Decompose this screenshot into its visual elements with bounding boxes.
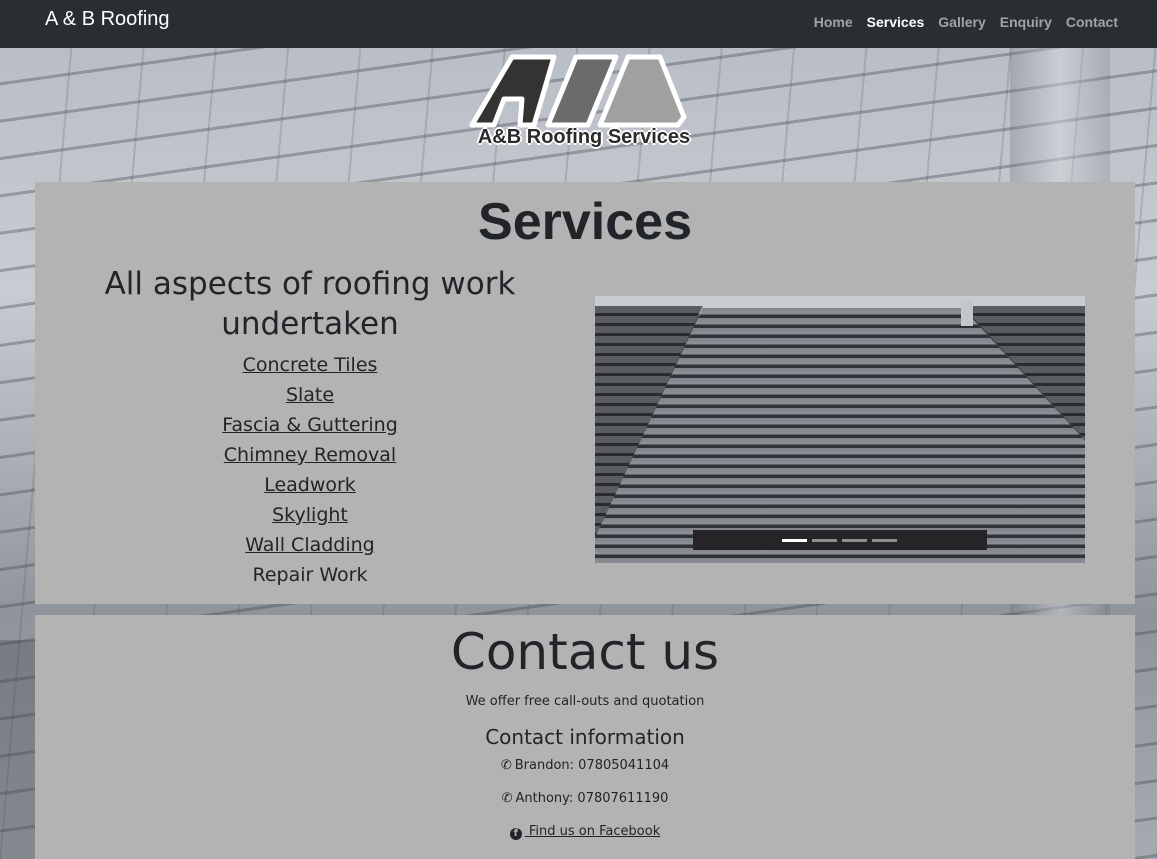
phone-anthony-text: Anthony: 07807611190 bbox=[515, 791, 669, 806]
nav-contact[interactable]: Contact bbox=[1066, 14, 1118, 30]
service-link-slate[interactable]: Slate bbox=[286, 384, 334, 406]
background-edge bbox=[0, 640, 40, 859]
facebook-label: Find us on Facebook bbox=[524, 824, 661, 839]
service-link-leadwork[interactable]: Leadwork bbox=[264, 474, 356, 496]
contact-tagline: We offer free call-outs and quotation bbox=[465, 694, 705, 709]
service-repair-work: Repair Work bbox=[252, 564, 368, 586]
nav-services[interactable]: Services bbox=[867, 14, 925, 30]
nav-links: Home Services Gallery Enquiry Contact bbox=[814, 14, 1118, 30]
facebook-link[interactable]: f Find us on Facebook bbox=[509, 824, 661, 840]
facebook-icon: f bbox=[509, 828, 522, 840]
nav-enquiry[interactable]: Enquiry bbox=[1000, 14, 1052, 30]
carousel-indicator-bar bbox=[693, 530, 987, 550]
service-link-chimney-removal[interactable]: Chimney Removal bbox=[224, 444, 396, 466]
navbar: A & B Roofing Home Services Gallery Enqu… bbox=[0, 0, 1157, 48]
company-logo: A&B Roofing Services bbox=[468, 53, 700, 157]
phone-brandon-text: Brandon: 07805041104 bbox=[514, 758, 670, 773]
list-item: Repair Work bbox=[70, 560, 550, 590]
carousel-indicators bbox=[782, 539, 897, 542]
list-item: Concrete Tiles bbox=[70, 350, 550, 380]
service-link-wall-cladding[interactable]: Wall Cladding bbox=[245, 534, 375, 556]
logo-text: A&B Roofing Services bbox=[477, 126, 691, 148]
contact-title: Contact us bbox=[450, 623, 720, 681]
brand-link[interactable]: A & B Roofing bbox=[45, 8, 170, 31]
contact-info-heading: Contact information bbox=[485, 725, 685, 749]
list-item: Leadwork bbox=[70, 470, 550, 500]
roof-image-carousel[interactable] bbox=[595, 296, 1085, 563]
carousel-indicator-3[interactable] bbox=[842, 539, 867, 542]
carousel-chimney-vent bbox=[961, 300, 973, 326]
services-subtitle: All aspects of roofing work undertaken bbox=[104, 266, 516, 342]
services-section: Services All aspects of roofing work und… bbox=[35, 182, 1135, 604]
contact-section: Contact us We offer free call-outs and q… bbox=[35, 615, 1135, 859]
service-link-fascia-guttering[interactable]: Fascia & Guttering bbox=[222, 414, 398, 436]
phone-icon: ✆ bbox=[501, 791, 513, 806]
list-item: Wall Cladding bbox=[70, 530, 550, 560]
service-link-concrete-tiles[interactable]: Concrete Tiles bbox=[243, 354, 378, 376]
carousel-indicator-1[interactable] bbox=[782, 539, 807, 542]
list-item: Chimney Removal bbox=[70, 440, 550, 470]
list-item: Skylight bbox=[70, 500, 550, 530]
services-list: Concrete Tiles Slate Fascia & Guttering … bbox=[70, 350, 550, 590]
phone-brandon: ✆ Brandon: 07805041104 bbox=[35, 758, 1135, 773]
carousel-indicator-4[interactable] bbox=[872, 539, 897, 542]
service-link-skylight[interactable]: Skylight bbox=[272, 504, 348, 526]
carousel-indicator-2[interactable] bbox=[812, 539, 837, 542]
list-item: Fascia & Guttering bbox=[70, 410, 550, 440]
nav-home[interactable]: Home bbox=[814, 14, 853, 30]
phone-icon: ✆ bbox=[500, 758, 512, 773]
list-item: Slate bbox=[70, 380, 550, 410]
services-title: Services bbox=[478, 193, 692, 251]
nav-gallery[interactable]: Gallery bbox=[938, 14, 985, 30]
facebook-link-row: f Find us on Facebook bbox=[35, 824, 1135, 840]
phone-anthony: ✆ Anthony: 07807611190 bbox=[35, 791, 1135, 806]
